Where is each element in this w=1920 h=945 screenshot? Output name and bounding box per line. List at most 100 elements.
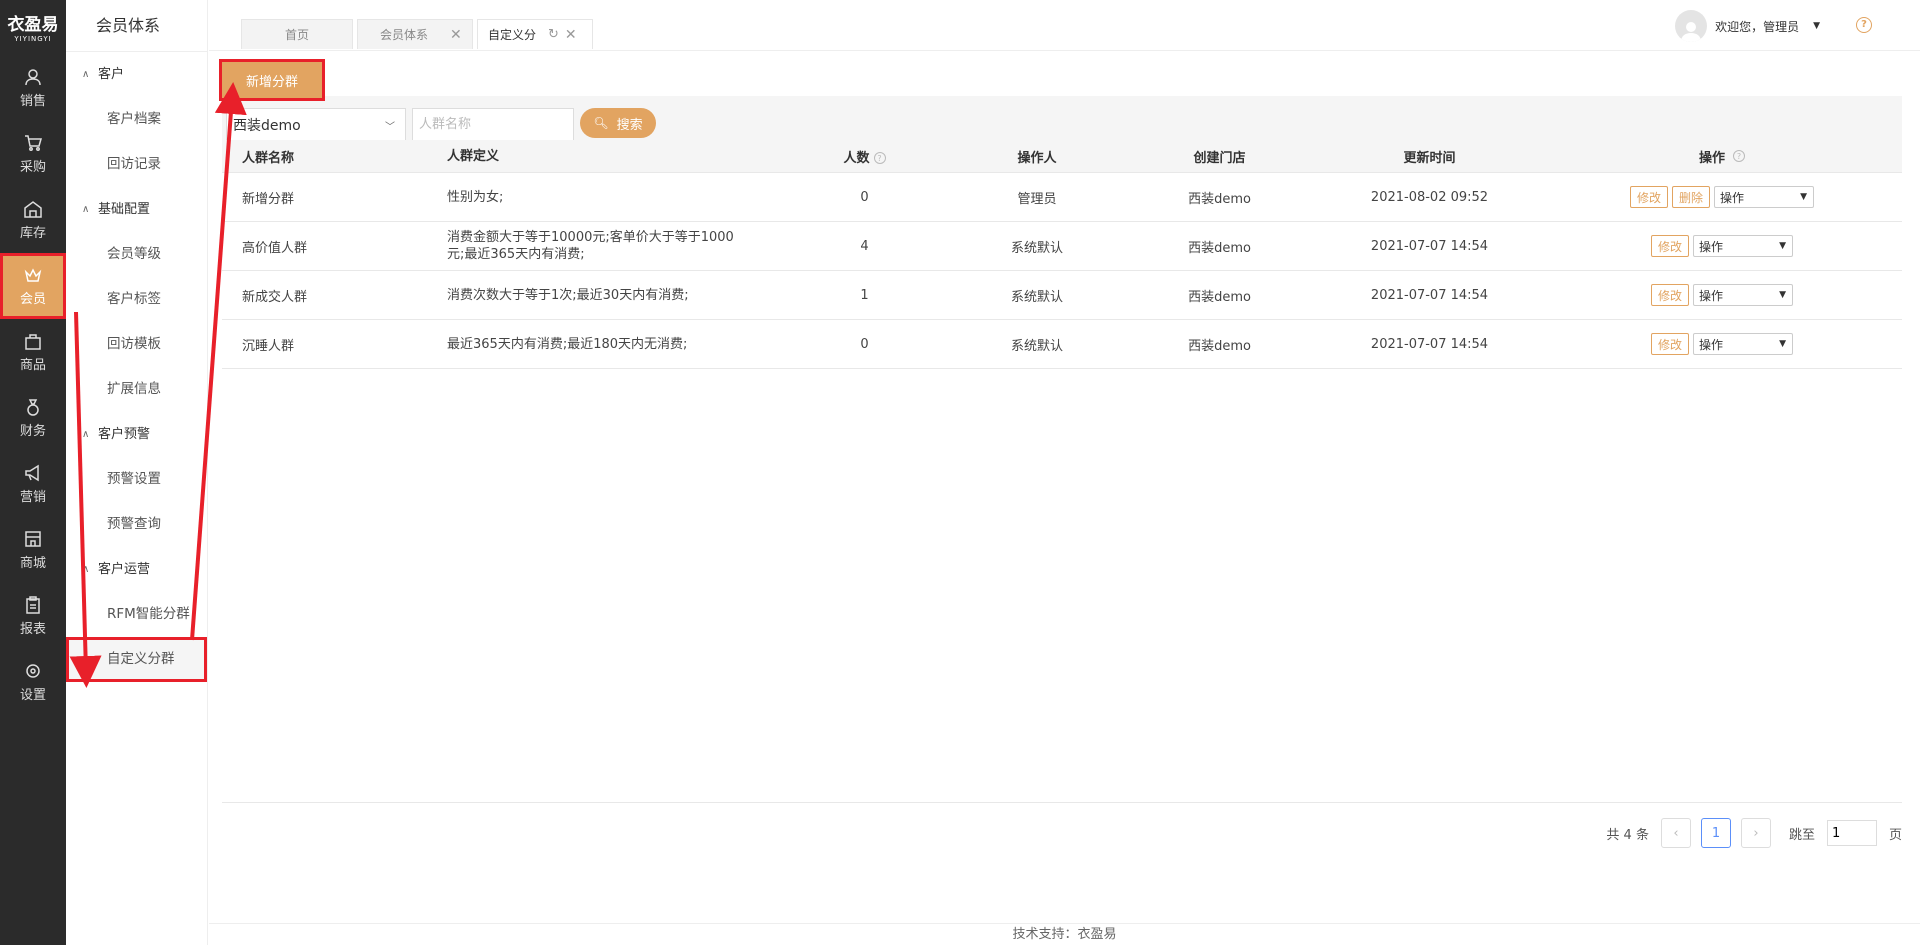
submenu-group-customer[interactable]: ∧ 客户 xyxy=(66,52,207,97)
cell-actions: 修改 操作 ▼ xyxy=(1542,235,1902,257)
top-bar: 首页 会员体系 ✕ 自定义分 ↻ ✕ 欢迎您，管理员 ▼ ? xyxy=(209,0,1920,51)
sub-menu: 会员体系 ∧ 客户 客户档案 回访记录 ∧ 基础配置 会员等级 客户标签 回访模板 … xyxy=(66,0,208,945)
nav-item-sales[interactable]: 销售 xyxy=(0,55,66,121)
submenu-item-alert-query[interactable]: 预警查询 xyxy=(66,502,207,547)
edit-button[interactable]: 修改 xyxy=(1650,333,1689,355)
nav-item-marketing[interactable]: 营销 xyxy=(0,451,66,517)
operation-select-value: 操作 xyxy=(1699,239,1724,254)
header-count-label: 人数 xyxy=(843,150,870,166)
nav-label: 设置 xyxy=(19,687,46,703)
submenu-item-rfm[interactable]: RFM智能分群 xyxy=(66,592,207,637)
close-icon[interactable]: ✕ xyxy=(565,27,577,43)
close-icon[interactable]: ✕ xyxy=(450,27,462,43)
submenu-item-member-level[interactable]: 会员等级 xyxy=(66,232,207,277)
refresh-icon[interactable]: ↻ xyxy=(548,27,559,42)
shop-icon xyxy=(25,530,41,547)
submenu-item-custom-group[interactable]: 自定义分群 xyxy=(66,637,207,682)
cell-name: 新增分群 xyxy=(242,191,295,207)
help-icon[interactable]: ? xyxy=(1856,17,1872,33)
group-label: 客户 xyxy=(98,67,125,82)
header-operator: 操作人 xyxy=(1017,150,1057,166)
operation-select[interactable]: 操作 ▼ xyxy=(1693,284,1793,306)
cell-definition: 消费金额大于等于10000元;客单价大于等于1000元;最近365天内有消费; xyxy=(447,230,734,262)
group-label: 客户运营 xyxy=(98,562,151,577)
user-avatar-icon xyxy=(1681,22,1702,42)
submenu-item-customer-tag[interactable]: 客户标签 xyxy=(66,277,207,322)
tab-label: 自定义分 xyxy=(488,28,537,42)
tab-label: 首页 xyxy=(284,28,309,42)
cell-count: 1 xyxy=(860,287,869,303)
logo: 衣盈易 YIYINGYI xyxy=(0,0,66,55)
warehouse-icon xyxy=(24,200,42,218)
money-bag-icon xyxy=(27,398,39,416)
gear-icon xyxy=(26,663,40,678)
nav-item-settings[interactable]: 设置 xyxy=(0,649,66,715)
store-select[interactable]: 西装demo ﹀ xyxy=(226,108,406,141)
cell-operator: 系统默认 xyxy=(1010,338,1063,354)
submenu-item-visit-template[interactable]: 回访模板 xyxy=(66,322,207,367)
logo-title: 衣盈易 xyxy=(7,14,59,35)
header-name: 人群名称 xyxy=(242,150,295,166)
chevron-up-icon: ∧ xyxy=(82,204,90,215)
cell-name: 高价值人群 xyxy=(242,240,308,256)
search-button[interactable]: 🔍︎ 搜索 xyxy=(580,108,656,138)
header-updated: 更新时间 xyxy=(1403,150,1456,166)
chevron-up-icon: ∧ xyxy=(82,429,90,440)
cell-store: 西装demo xyxy=(1188,289,1251,305)
cell-definition: 性别为女; xyxy=(447,189,504,205)
question-icon[interactable]: ? xyxy=(1733,150,1745,162)
nav-item-report[interactable]: 报表 xyxy=(0,583,66,649)
edit-button[interactable]: 修改 xyxy=(1629,186,1668,208)
page-number[interactable]: 1 xyxy=(1700,818,1731,848)
nav-item-mall[interactable]: 商城 xyxy=(0,517,66,583)
caret-down-icon[interactable]: ▼ xyxy=(1813,21,1820,31)
table-row: 新增分群 性别为女; 0 管理员 西装demo 2021-08-02 09:52… xyxy=(222,173,1902,222)
add-group-button[interactable]: 新增分群 xyxy=(219,59,325,101)
submenu-group-customer-alert[interactable]: ∧ 客户预警 xyxy=(66,412,207,457)
megaphone-icon xyxy=(25,464,39,481)
edit-button[interactable]: 修改 xyxy=(1650,284,1689,306)
cell-updated: 2021-08-02 09:52 xyxy=(1370,189,1489,205)
nav-item-inventory[interactable]: 库存 xyxy=(0,187,66,253)
submenu-group-basic-config[interactable]: ∧ 基础配置 xyxy=(66,187,207,232)
submenu-item-customer-profile[interactable]: 客户档案 xyxy=(66,97,207,142)
cell-operator: 系统默认 xyxy=(1010,240,1063,256)
user-menu[interactable]: 欢迎您，管理员 ▼ xyxy=(1675,10,1820,42)
user-greeting: 欢迎您，管理员 xyxy=(1715,19,1800,34)
jump-page-input[interactable] xyxy=(1826,820,1877,846)
tab-label: 会员体系 xyxy=(380,28,429,42)
submenu-group-customer-ops[interactable]: ∧ 客户运营 xyxy=(66,547,207,592)
cell-operator: 系统默认 xyxy=(1010,289,1063,305)
nav-item-product[interactable]: 商品 xyxy=(0,319,66,385)
next-page-button[interactable]: › xyxy=(1740,818,1771,848)
prev-page-button[interactable]: ‹ xyxy=(1660,818,1691,848)
logo-subtitle: YIYINGYI xyxy=(14,34,52,43)
cell-count: 0 xyxy=(860,189,869,205)
group-name-input[interactable] xyxy=(412,108,574,141)
operation-select[interactable]: 操作 ▼ xyxy=(1693,235,1793,257)
cell-store: 西装demo xyxy=(1188,338,1251,354)
delete-button[interactable]: 删除 xyxy=(1672,186,1711,208)
chevron-left-icon: ‹ xyxy=(1673,825,1679,841)
header-store: 创建门店 xyxy=(1193,150,1246,166)
question-icon[interactable]: ? xyxy=(873,152,886,164)
operation-select-value: 操作 xyxy=(1699,337,1724,352)
nav-label: 财务 xyxy=(19,423,46,439)
submenu-item-visit-record[interactable]: 回访记录 xyxy=(66,142,207,187)
submenu-item-alert-settings[interactable]: 预警设置 xyxy=(66,457,207,502)
nav-item-purchase[interactable]: 采购 xyxy=(0,121,66,187)
nav-item-member[interactable]: 会员 xyxy=(0,253,66,319)
table-row: 新成交人群 消费次数大于等于1次;最近30天内有消费; 1 系统默认 西装dem… xyxy=(222,271,1902,320)
chevron-down-icon: ▼ xyxy=(1779,290,1786,300)
crown-icon xyxy=(24,267,42,282)
submenu-item-extended-info[interactable]: 扩展信息 xyxy=(66,367,207,412)
cell-name: 沉睡人群 xyxy=(242,338,295,354)
tab-home[interactable]: 首页 xyxy=(241,19,353,49)
operation-select[interactable]: 操作 ▼ xyxy=(1714,186,1815,208)
operation-select[interactable]: 操作 ▼ xyxy=(1693,333,1793,355)
nav-item-finance[interactable]: 财务 xyxy=(0,385,66,451)
tab-member-system[interactable]: 会员体系 ✕ xyxy=(357,19,473,49)
tab-custom-group[interactable]: 自定义分 ↻ ✕ xyxy=(477,19,593,49)
edit-button[interactable]: 修改 xyxy=(1650,235,1689,257)
main-nav: 衣盈易 YIYINGYI 销售 采购 库存 会员 商品 财务 营销 商城 报表 … xyxy=(0,0,66,945)
